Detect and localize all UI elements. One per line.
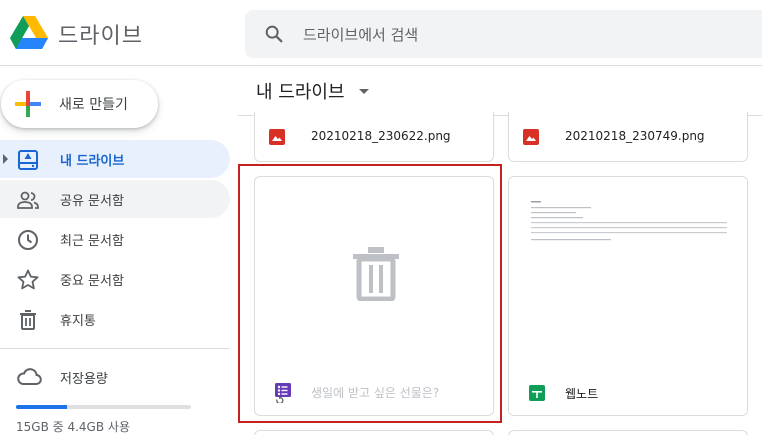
storage-progress-bar	[16, 405, 191, 409]
file-card[interactable]	[254, 430, 494, 435]
file-card[interactable]	[508, 430, 748, 435]
sidebar-item-my-drive[interactable]: 내 드라이브	[0, 140, 230, 178]
app-name: 드라이브	[58, 24, 143, 49]
search-icon[interactable]	[263, 23, 285, 45]
file-name: 20210218_230749.png	[565, 129, 705, 143]
header: 드라이브 드라이브에서 검색	[0, 0, 762, 66]
cloud-icon	[17, 368, 42, 385]
selection-highlight	[238, 164, 502, 423]
drive-app: 드라이브 드라이브에서 검색 새로 만들기 내 드라이브 공유 문서함 최근 문…	[0, 0, 762, 435]
expand-caret-icon[interactable]	[3, 154, 8, 164]
image-file-icon	[269, 129, 285, 145]
page-title-dropdown[interactable]: 내 드라이브	[256, 78, 369, 104]
sidebar-item-label: 중요 문서함	[60, 274, 124, 289]
sidebar-item-label: 공유 문서함	[60, 194, 124, 209]
sidebar-item-label: 내 드라이브	[60, 154, 125, 169]
sidebar-item-trash[interactable]: 휴지통	[0, 300, 230, 338]
dropdown-arrow-icon[interactable]	[359, 89, 369, 94]
new-button[interactable]: 새로 만들기	[1, 80, 158, 128]
main-content: 내 드라이브 20210218_230622.png 20210218_2307…	[238, 66, 762, 435]
clock-icon	[18, 230, 38, 250]
plus-icon	[15, 91, 41, 117]
file-name: 웹노트	[565, 387, 599, 401]
document-preview-icon	[531, 201, 727, 241]
sidebar-item-starred[interactable]: 중요 문서함	[0, 260, 230, 298]
image-file-icon	[523, 129, 539, 145]
star-icon	[17, 269, 39, 290]
search-bar[interactable]: 드라이브에서 검색	[245, 10, 762, 58]
sidebar-item-recent[interactable]: 최근 문서함	[0, 220, 230, 258]
file-card[interactable]: 20210218_230749.png	[508, 112, 748, 162]
trash-icon	[20, 310, 36, 330]
sidebar-item-label: 휴지통	[60, 314, 96, 329]
storage-progress-fill	[16, 405, 67, 409]
sidebar-item-shared[interactable]: 공유 문서함	[0, 180, 230, 218]
page-title: 내 드라이브	[256, 82, 345, 103]
file-thumbnail	[509, 177, 747, 357]
sidebar-divider	[0, 348, 230, 349]
sidebar: 새로 만들기 내 드라이브 공유 문서함 최근 문서함 중요 문서함 휴지통 저…	[0, 66, 238, 435]
new-button-label: 새로 만들기	[59, 97, 128, 113]
file-card[interactable]: 20210218_230622.png	[254, 112, 494, 162]
file-name: 20210218_230622.png	[311, 129, 451, 143]
drive-logo-icon[interactable]	[10, 15, 48, 51]
sidebar-item-label: 최근 문서함	[60, 234, 124, 249]
storage-usage-text: 15GB 중 4.4GB 사용	[16, 420, 130, 434]
search-input[interactable]: 드라이브에서 검색	[303, 24, 418, 45]
storage-label[interactable]: 저장용량	[60, 368, 108, 387]
my-drive-icon	[18, 150, 38, 170]
sheets-icon	[529, 385, 545, 401]
shared-icon	[17, 191, 39, 209]
file-card-sheets[interactable]: 웹노트	[508, 176, 748, 416]
